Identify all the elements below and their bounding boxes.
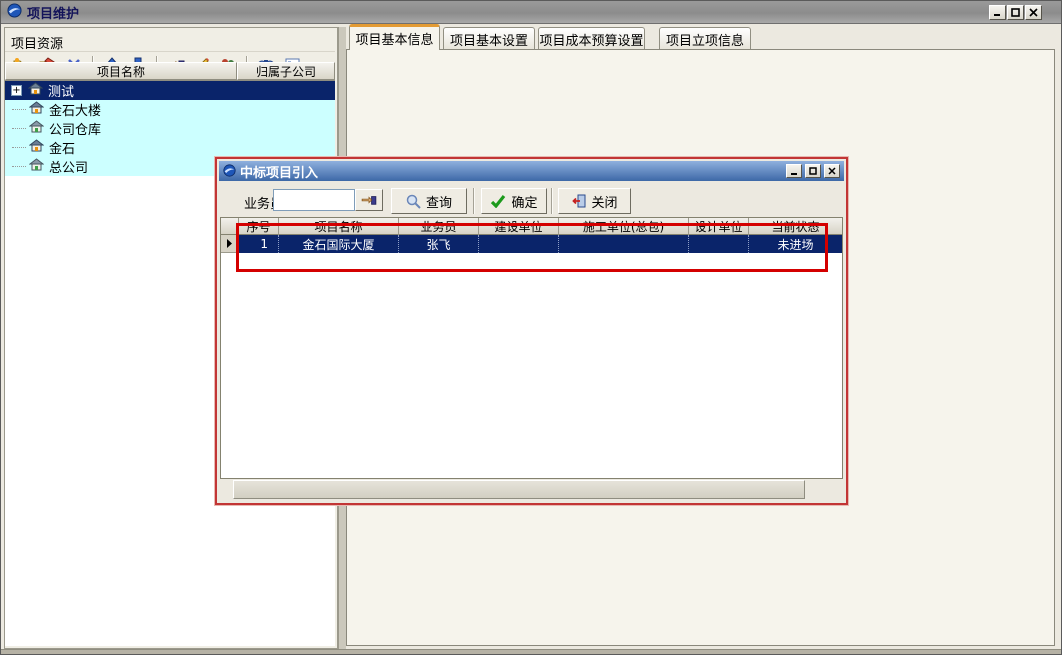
tree-item-gongsicangku[interactable]: 公司仓库: [5, 119, 335, 138]
tree-item-label: 总公司: [49, 157, 88, 176]
tab-project-basic-info[interactable]: 项目基本信息: [349, 24, 440, 50]
toolbar-separator: [473, 188, 475, 214]
tree-item-label: 公司仓库: [49, 119, 101, 138]
hand-point-icon: [361, 194, 377, 206]
tree-column-subcompany[interactable]: 归属子公司: [237, 62, 335, 80]
maximize-button[interactable]: [1007, 5, 1024, 20]
scrollbar-thumb[interactable]: [233, 480, 805, 499]
tree-item-jinshidalou[interactable]: 金石大楼: [5, 100, 335, 119]
query-button[interactable]: 查询: [391, 188, 467, 214]
tree-connector: [12, 128, 26, 129]
app-window: 项目维护 项目资源 项目名称 归属子公司 + 测试 金石大楼: [0, 0, 1062, 655]
tab-project-basic-settings[interactable]: 项目基本设置: [443, 27, 535, 50]
row-arrow-icon: [226, 239, 233, 248]
tree-item-label: 金石大楼: [49, 100, 101, 119]
dialog-maximize-button[interactable]: [805, 164, 821, 178]
tree-connector: [12, 166, 26, 167]
winning-project-import-dialog: 中标项目引入 业务员 查询 确定 关闭 序号 项目名: [215, 157, 848, 505]
dialog-minimize-button[interactable]: [786, 164, 802, 178]
salesman-input[interactable]: [273, 189, 355, 211]
window-titlebar: 项目维护: [1, 1, 1062, 24]
dialog-close-button[interactable]: [824, 164, 840, 178]
house-icon: [29, 158, 44, 175]
tree-connector: [12, 109, 26, 110]
window-title: 项目维护: [27, 3, 79, 22]
dialog-title: 中标项目引入: [240, 162, 318, 181]
tree-item-ceshi[interactable]: + 测试: [5, 81, 335, 100]
expand-icon[interactable]: +: [11, 85, 22, 96]
house-icon: [29, 139, 44, 156]
tree-column-project-name[interactable]: 项目名称: [5, 62, 237, 80]
dialog-hscrollbar[interactable]: [220, 479, 843, 501]
dialog-titlebar[interactable]: 中标项目引入: [219, 161, 844, 181]
app-icon: [7, 3, 22, 22]
house-icon: [28, 82, 43, 99]
house-icon: [29, 120, 44, 137]
dialog-close-action-button[interactable]: 关闭: [558, 188, 631, 214]
annotation-highlight-rect: [236, 223, 828, 272]
confirm-button[interactable]: 确定: [481, 188, 547, 214]
window-bottom-frame: [1, 649, 1062, 655]
left-panel-title: 项目资源: [5, 29, 335, 51]
tab-cost-budget-settings[interactable]: 项目成本预算设置: [538, 27, 645, 50]
tree-item-label: 金石: [49, 138, 75, 157]
tree-item-label: 测试: [48, 81, 74, 100]
check-icon: [490, 194, 506, 208]
exit-door-icon: [571, 194, 586, 208]
toolbar-separator: [551, 188, 553, 214]
close-button[interactable]: [1025, 5, 1042, 20]
minimize-button[interactable]: [989, 5, 1006, 20]
tab-project-approval-info[interactable]: 项目立项信息: [659, 27, 751, 50]
house-icon: [29, 101, 44, 118]
salesman-lookup-button[interactable]: [355, 189, 383, 211]
search-icon: [406, 194, 421, 209]
tree-item-jinshi[interactable]: 金石: [5, 138, 335, 157]
tree-connector: [12, 147, 26, 148]
dialog-icon: [223, 162, 236, 181]
